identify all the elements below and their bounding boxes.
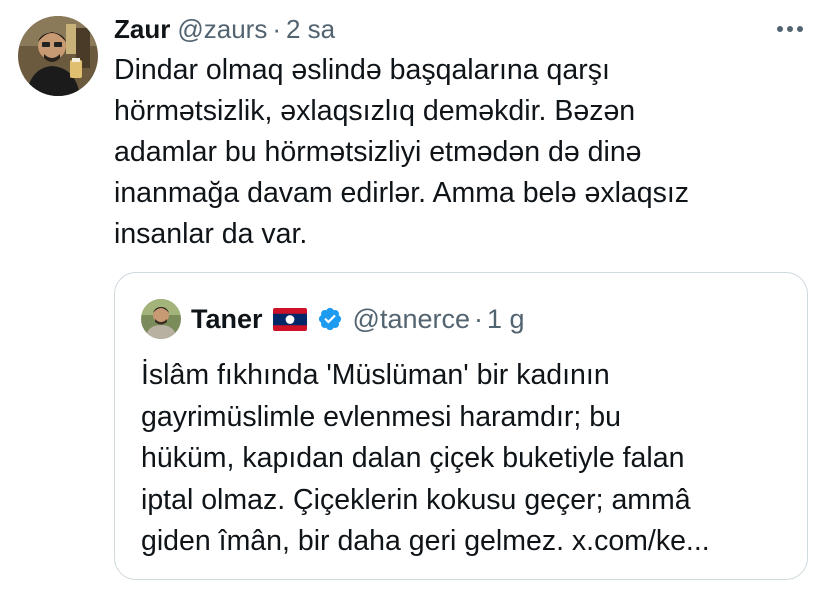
tweet-time[interactable]: 2 sa [286, 14, 335, 45]
quoted-tweet-text: İslâm fıkhında 'Müslüman' bir kadının ga… [141, 359, 710, 557]
tweet[interactable]: Zaur @zaurs · 2 sa Dindar olmaq əslində … [0, 0, 822, 597]
quoted-author-name[interactable]: Taner [191, 304, 263, 335]
separator-dot: · [272, 13, 281, 44]
quoted-tweet[interactable]: Taner @tanerce · 1 g İslâm fıkhında 'Müs… [114, 272, 808, 580]
quoted-tweet-header: Taner @tanerce · 1 g [191, 301, 525, 337]
author-handle[interactable]: @zaurs [177, 14, 267, 45]
tweet-text: Dindar olmaq əslində başqalarına qarşı h… [114, 54, 690, 250]
quoted-author-avatar[interactable] [141, 299, 181, 339]
verified-badge-icon [317, 306, 343, 332]
laos-flag-icon [272, 307, 307, 331]
tweet-header: Zaur @zaurs · 2 sa [114, 12, 335, 46]
quoted-tweet-time[interactable]: 1 g [487, 304, 525, 335]
author-name[interactable]: Zaur [114, 14, 170, 45]
author-avatar[interactable] [18, 16, 98, 96]
more-horizontal-icon[interactable] [772, 18, 808, 40]
quoted-author-handle[interactable]: @tanerce [353, 304, 470, 335]
quoted-separator-dot: · [474, 303, 483, 334]
